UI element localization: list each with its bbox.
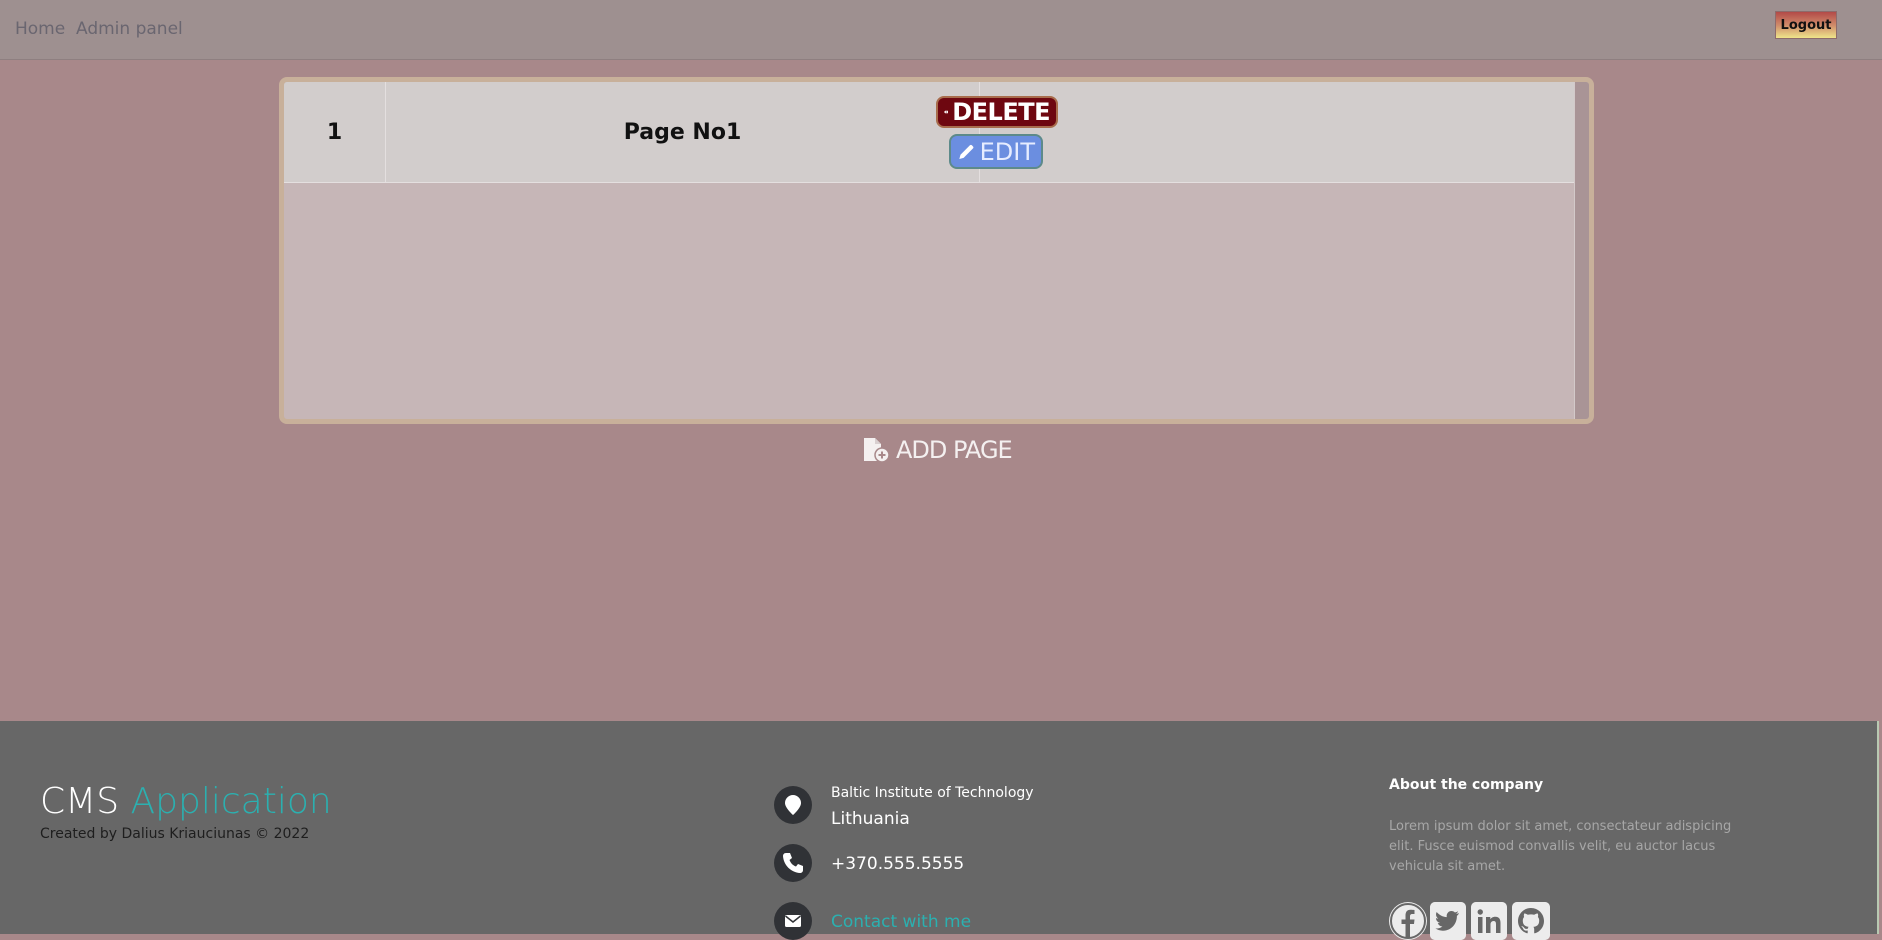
page-actions-cell — [980, 82, 1576, 182]
about-text: Lorem ipsum dolor sit amet, consectateur… — [1389, 819, 1732, 874]
facebook-icon[interactable] — [1389, 902, 1427, 940]
nav-link-admin-panel[interactable]: Admin panel — [76, 19, 183, 39]
nav-link-home[interactable]: Home — [15, 19, 65, 39]
pages-table-card: 1 Page No1 — [279, 77, 1594, 424]
backspace-x-icon — [944, 110, 949, 114]
contact-link[interactable]: Contact with me — [831, 912, 971, 932]
edit-label: EDIT — [979, 137, 1035, 166]
envelope-icon — [774, 902, 812, 940]
phone-number: +370.555.5555 — [831, 854, 965, 874]
brand-part1: CMS — [40, 781, 120, 822]
brand-part2: Application — [130, 781, 332, 822]
github-icon[interactable] — [1512, 902, 1550, 940]
logout-button[interactable]: Logout — [1775, 11, 1837, 39]
file-add-icon — [864, 438, 890, 463]
linkedin-icon[interactable] — [1471, 902, 1507, 940]
page-id-cell: 1 — [284, 82, 386, 182]
phone-icon — [774, 844, 812, 882]
twitter-icon[interactable] — [1430, 902, 1466, 940]
address-line1: Baltic Institute of Technology — [831, 785, 1034, 801]
page-title-cell: Page No1 — [386, 82, 980, 182]
add-page-button[interactable]: ADD PAGE — [862, 435, 1013, 465]
address-line2: Lithuania — [831, 809, 910, 829]
add-page-label: ADD PAGE — [896, 436, 1013, 464]
location-pin-icon — [774, 786, 812, 824]
footer-brand: CMS Application — [40, 781, 332, 822]
table-scrollbar[interactable] — [1574, 82, 1589, 419]
delete-page-button[interactable]: DELETE — [936, 96, 1058, 128]
delete-label: DELETE — [952, 98, 1050, 126]
created-by-text: Created by Dalius Kriauciunas © 2022 — [40, 826, 310, 842]
edit-page-button[interactable]: EDIT — [949, 134, 1043, 169]
table-row: 1 Page No1 — [284, 82, 1576, 183]
pencil-icon — [959, 144, 974, 159]
about-title: About the company — [1389, 777, 1544, 793]
top-navbar: Home Admin panel Logout — [0, 0, 1882, 60]
